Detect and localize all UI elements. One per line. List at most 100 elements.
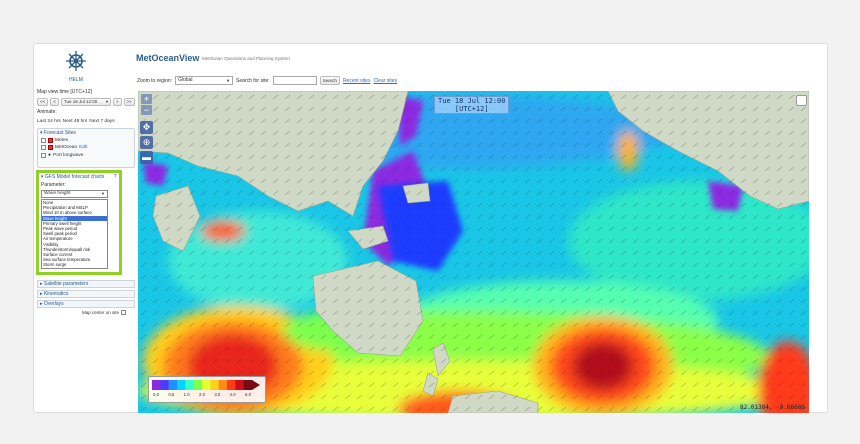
zoom-region-label: Zoom to region: xyxy=(137,77,173,84)
legend-tick-label: 4.0 xyxy=(229,392,236,397)
layer-switcher-icon[interactable] xyxy=(796,95,807,106)
search-site-label: Search for site: xyxy=(236,77,270,84)
map-canvas xyxy=(138,91,809,413)
map-center-checkbox[interactable] xyxy=(121,310,127,315)
zoom-extent-icon[interactable]: ▬ xyxy=(140,151,153,164)
overlays-panel-header[interactable]: ▸ Overlays xyxy=(37,300,135,308)
site-row: Metes xyxy=(38,137,134,144)
legend-tick-label: 0.0 xyxy=(153,392,159,397)
time-nav: << < Tue 18 Jul 12:00 ▼ > >> xyxy=(37,98,135,106)
site-row: MetOcean Edit xyxy=(38,144,134,151)
map-timestamp: Tue 18 Jul 12:00 [UTC+12] xyxy=(434,96,510,114)
zoom-controls: + − xyxy=(141,94,152,116)
chevron-down-icon: ▼ xyxy=(104,99,109,104)
gfs-header[interactable]: ▾ GFS Model forecast charts ? xyxy=(39,173,119,181)
zoom-out-button[interactable]: − xyxy=(141,105,152,115)
ship-wheel-logo-icon xyxy=(66,51,86,71)
last-24-link[interactable]: Last 24 hrs xyxy=(37,119,61,124)
expand-arrow-icon: ▾ xyxy=(41,174,44,180)
legend-swatch xyxy=(152,380,161,390)
date-value: Tue 18 Jul 12:00 xyxy=(63,99,98,104)
site-marker-icon xyxy=(48,138,53,143)
legend-swatch xyxy=(160,380,169,390)
parameter-select[interactable]: Wave height ▼ xyxy=(41,190,108,198)
legend-swatch xyxy=(185,380,194,390)
legend-swatch xyxy=(202,380,211,390)
kinematics-panel-header[interactable]: ▸ Kinematics xyxy=(37,290,135,298)
legend-overflow-arrow xyxy=(252,380,260,390)
parameter-label: Parameter: xyxy=(41,182,66,188)
legend-swatch xyxy=(177,380,186,390)
search-button[interactable]: Search xyxy=(319,76,340,85)
site-checkbox[interactable] xyxy=(41,138,46,143)
legend-tick-label: 0.5 xyxy=(168,392,175,397)
legend-swatch xyxy=(235,380,244,390)
gfs-model-panel: ▾ GFS Model forecast charts ? Parameter:… xyxy=(36,170,122,275)
app-frame: HELM Map view time [UTC+12] << < Tue 18 … xyxy=(33,43,828,413)
recent-sites-link[interactable]: Recent sites xyxy=(343,78,371,84)
legend-color-bar xyxy=(152,380,260,390)
kinematics-title: Kinematics xyxy=(43,291,69,297)
site-name: Port longwave xyxy=(53,152,84,158)
edit-site-link[interactable]: Edit xyxy=(79,145,87,150)
site-name: MetOcean xyxy=(55,145,78,150)
prev-time-button[interactable]: < xyxy=(50,98,59,106)
zoom-region-select[interactable]: Global ▼ xyxy=(175,76,234,85)
site-marker-icon xyxy=(48,145,53,150)
legend-swatch xyxy=(218,380,228,390)
legend-tick-label: 6.0 xyxy=(245,392,251,397)
legend-ticks: 0.0 0.5 1.0 2.0 3.0 4.0 6.0 xyxy=(152,392,260,398)
app-title: MetOceanView xyxy=(136,53,200,63)
wind-direction-arrows xyxy=(138,91,809,413)
parameter-option[interactable]: Storm surge xyxy=(42,262,107,267)
legend-swatch xyxy=(243,380,253,390)
map-view-time-label: Map view time [UTC+12] xyxy=(37,89,92,95)
search-site-input[interactable] xyxy=(272,76,317,85)
next-48-link[interactable]: Next 48 hrs xyxy=(63,119,88,124)
zoom-box-icon[interactable]: ⊕ xyxy=(140,136,153,149)
timestamp-timezone: [UTC+12] xyxy=(454,105,489,113)
satellite-title: Satellite parameters xyxy=(43,281,89,287)
logo-text: HELM xyxy=(69,77,83,83)
app-subtitle: MetOcean Operations and Planning System xyxy=(202,56,290,61)
wave-height-legend: 0.0 0.5 1.0 2.0 3.0 4.0 6.0 xyxy=(148,376,266,403)
map-center-option: Map center on site xyxy=(82,310,127,315)
first-time-button[interactable]: << xyxy=(37,98,49,106)
legend-swatch xyxy=(168,380,178,390)
chevron-down-icon: ▼ xyxy=(226,78,231,83)
legend-tick-label: 1.0 xyxy=(183,392,190,397)
date-select[interactable]: Tue 18 Jul 12:00 ▼ xyxy=(60,98,111,106)
wave-height-map[interactable]: Tue 18 Jul 12:00 [UTC+12] + − ✥ ⊕ ▬ 0.0 0… xyxy=(138,91,809,413)
zoom-in-button[interactable]: + xyxy=(141,94,152,104)
site-name: Metes xyxy=(55,138,69,143)
expand-arrow-icon: ▾ xyxy=(40,130,43,136)
expand-arrow-icon: ▸ xyxy=(40,281,43,287)
last-time-button[interactable]: >> xyxy=(123,98,135,106)
animate-label: Animate: xyxy=(37,109,57,115)
forecast-sites-panel: ▾ Forecast Sites Metes MetOcean Edit ● P… xyxy=(37,128,135,168)
gfs-title: GFS Model forecast charts xyxy=(44,174,105,180)
site-checkbox[interactable] xyxy=(41,145,46,150)
next-7d-link[interactable]: Next 7 days xyxy=(89,119,114,124)
forecast-sites-title: Forecast Sites xyxy=(43,130,76,136)
parameter-value: Wave height xyxy=(44,191,71,196)
site-row: ● Port longwave xyxy=(38,151,134,159)
next-time-button[interactable]: > xyxy=(112,98,122,106)
point-marker-icon: ● xyxy=(48,152,52,158)
clear-sites-link[interactable]: Clear sites xyxy=(373,78,397,84)
pan-tool-icon[interactable]: ✥ xyxy=(140,121,153,134)
help-icon[interactable]: ? xyxy=(114,174,117,180)
cursor-coordinates: 82.01384, -9.66686 xyxy=(739,404,805,411)
map-toolbar: Zoom to region: Global ▼ Search for site… xyxy=(137,76,397,85)
legend-tick-label: 2.0 xyxy=(199,392,205,397)
forecast-sites-header[interactable]: ▾ Forecast Sites xyxy=(38,129,134,137)
timestamp-date: Tue 18 Jul 12:00 xyxy=(438,97,506,105)
legend-swatch xyxy=(227,380,236,390)
site-checkbox[interactable] xyxy=(41,152,46,158)
legend-tick-label: 3.0 xyxy=(214,392,221,397)
expand-arrow-icon: ▸ xyxy=(40,291,43,297)
chevron-down-icon: ▼ xyxy=(101,191,105,196)
time-range-links: Last 24 hrs Next 48 hrs Next 7 days xyxy=(37,119,115,124)
legend-swatch xyxy=(210,380,219,390)
satellite-panel-header[interactable]: ▸ Satellite parameters xyxy=(37,280,135,288)
